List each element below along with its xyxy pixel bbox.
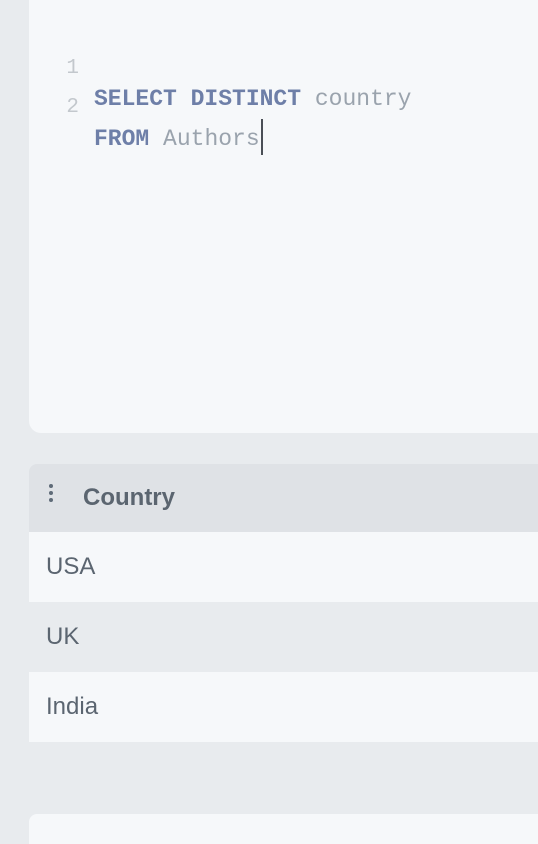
code-line: 1 SELECT DISTINCT country	[29, 24, 411, 112]
bottom-panel	[29, 814, 538, 844]
sql-identifier: country	[314, 86, 412, 112]
table-row[interactable]: India	[29, 672, 538, 742]
sql-editor[interactable]: 1 SELECT DISTINCT country 2 FROM Authors	[29, 0, 538, 433]
table-row[interactable]: UK	[29, 602, 538, 672]
code-line: 2 FROM Authors	[29, 63, 263, 155]
line-number: 2	[66, 96, 79, 119]
sql-keyword: SELECT DISTINCT	[94, 86, 302, 112]
sql-keyword: FROM	[94, 126, 150, 153]
sql-identifier: Authors	[163, 126, 260, 153]
column-title: Country	[83, 484, 175, 511]
table-row[interactable]: USA	[29, 532, 538, 602]
results-grid: Country USA UK India	[29, 464, 538, 742]
column-header[interactable]: Country	[29, 464, 538, 532]
vertical-ellipsis-icon[interactable]	[49, 484, 57, 502]
text-cursor	[260, 119, 263, 155]
